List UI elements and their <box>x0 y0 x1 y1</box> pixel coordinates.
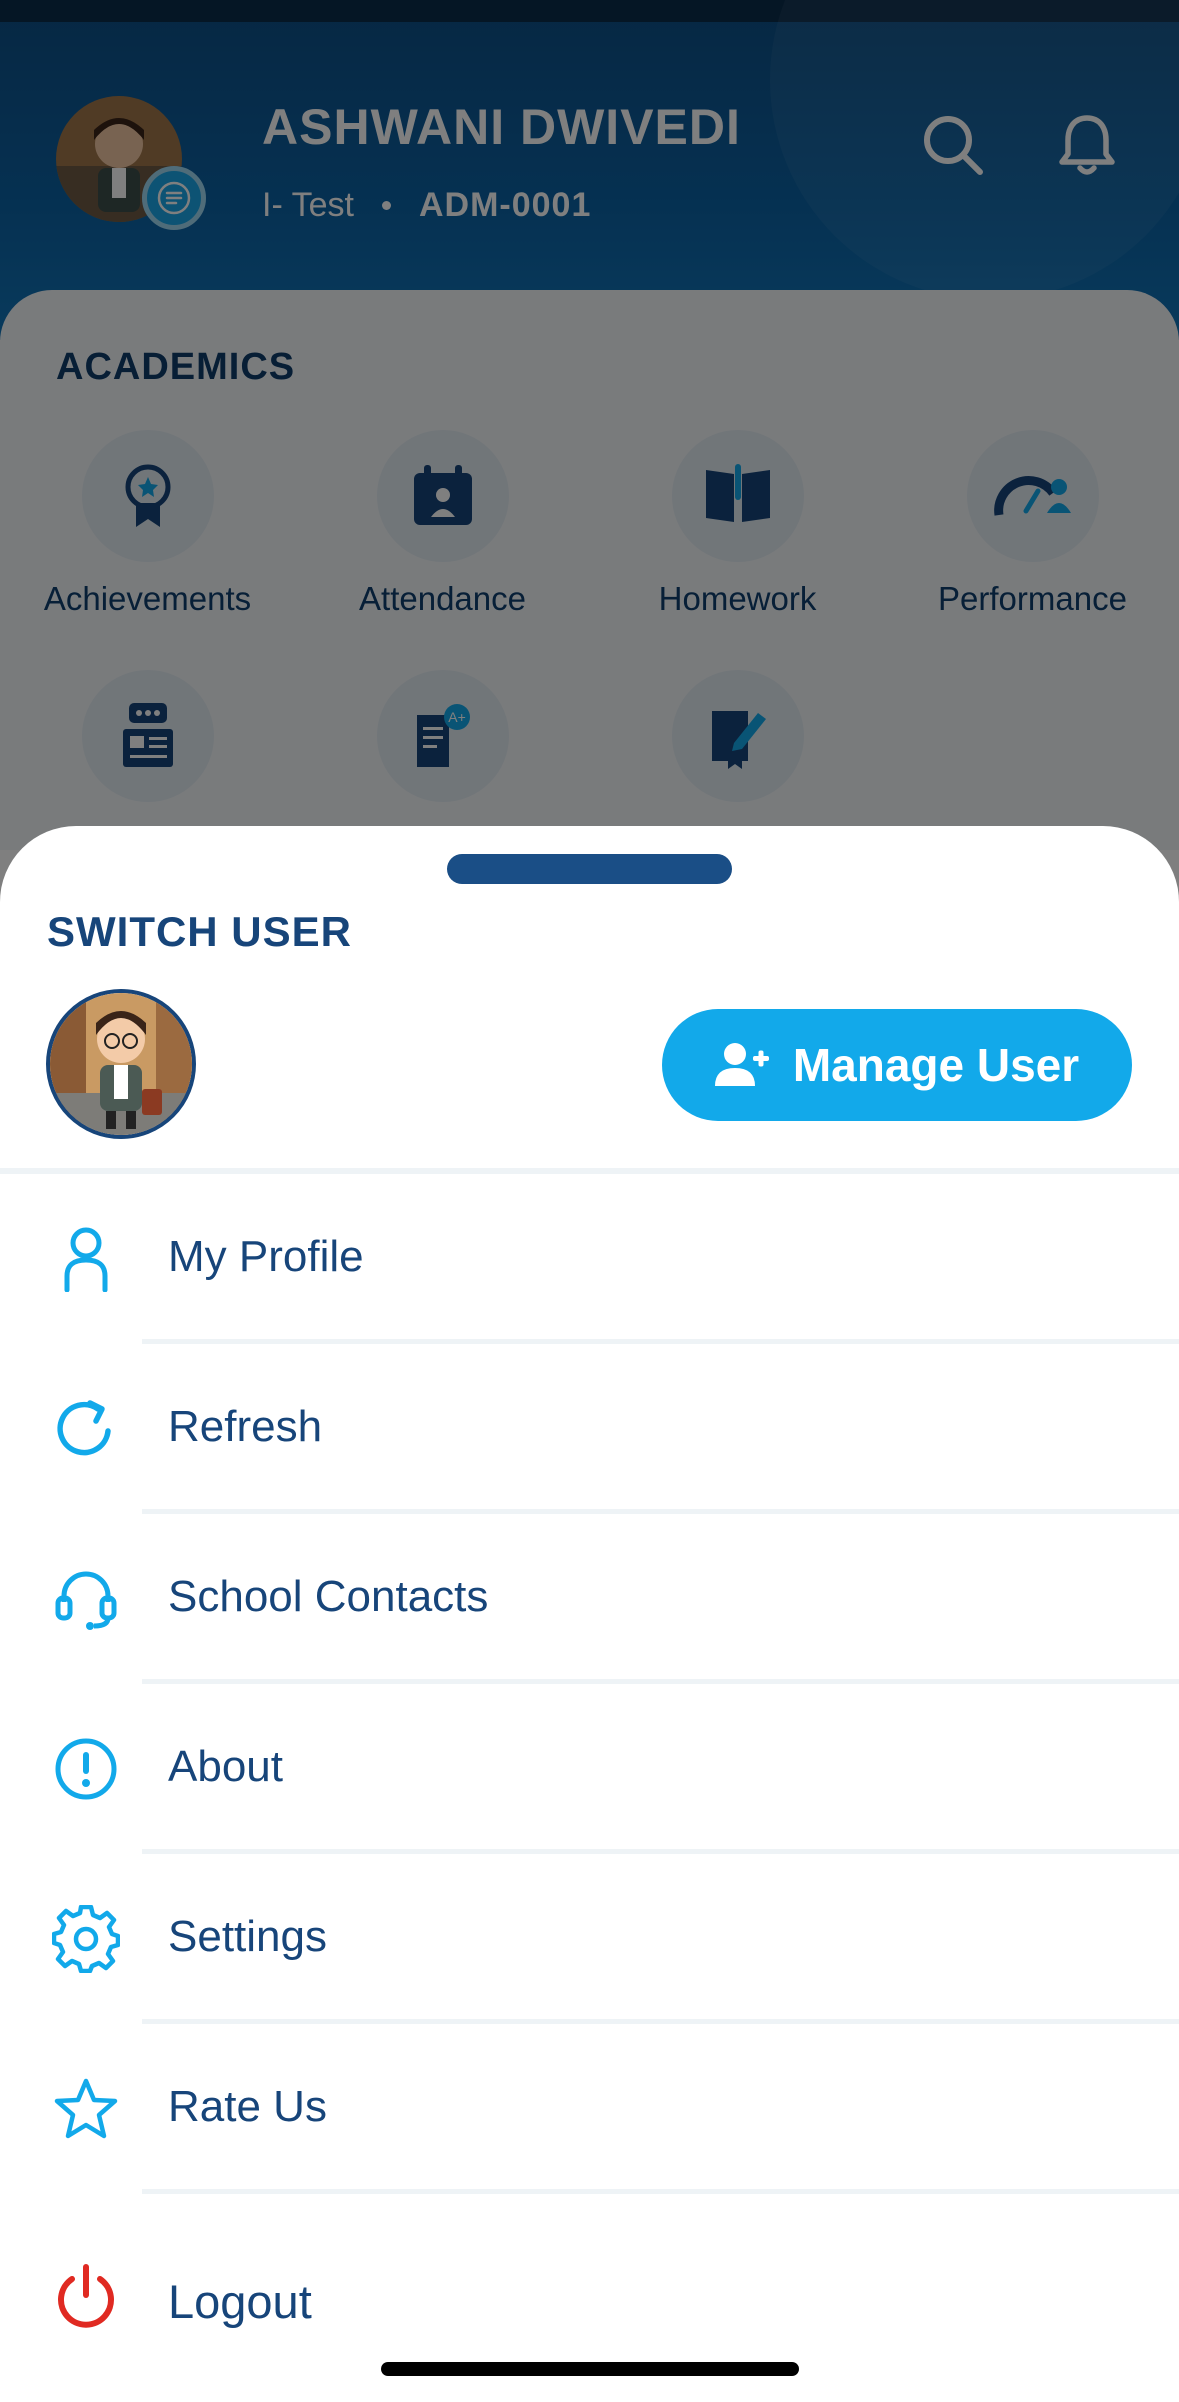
menu-item-rate-us[interactable]: Rate Us <box>0 2024 1179 2194</box>
menu-item-logout[interactable]: Logout <box>0 2194 1179 2364</box>
info-icon <box>50 1733 122 1805</box>
power-icon <box>50 2260 122 2332</box>
user-icon <box>50 1223 122 1295</box>
menu-item-label: Logout <box>168 2275 312 2328</box>
headset-icon <box>50 1563 122 1635</box>
gear-icon <box>50 1903 122 1975</box>
refresh-icon <box>50 1393 122 1465</box>
menu-item-school-contacts[interactable]: School Contacts <box>0 1514 1179 1684</box>
menu-item-about[interactable]: About <box>0 1684 1179 1854</box>
menu-item-my-profile[interactable]: My Profile <box>0 1174 1179 1344</box>
home-indicator[interactable] <box>381 2362 799 2376</box>
menu-item-label: Settings <box>168 1912 327 1961</box>
sheet-drag-handle[interactable] <box>447 854 732 884</box>
menu-item-label: Refresh <box>168 1402 323 1451</box>
manage-user-label: Manage User <box>792 1039 1080 1091</box>
menu-item-label: My Profile <box>168 1232 364 1281</box>
app-screen: ASHWANI DWIVEDI I- Test ADM-0001 ACADEMI… <box>0 0 1179 2402</box>
menu-item-label: Rate Us <box>168 2082 327 2131</box>
menu-item-settings[interactable]: Settings <box>0 1854 1179 2024</box>
menu-item-refresh[interactable]: Refresh <box>0 1344 1179 1514</box>
add-user-icon <box>714 1042 771 1088</box>
switch-user-sheet: SWITCH USER Manage User My Profile Refre… <box>0 826 1179 2402</box>
user-avatar[interactable] <box>46 989 196 1139</box>
switch-user-title: SWITCH USER <box>47 908 352 955</box>
manage-user-button[interactable]: Manage User <box>662 1009 1132 1121</box>
star-icon <box>50 2073 122 2145</box>
menu-item-label: About <box>168 1742 283 1791</box>
menu-item-label: School Contacts <box>168 1572 489 1621</box>
